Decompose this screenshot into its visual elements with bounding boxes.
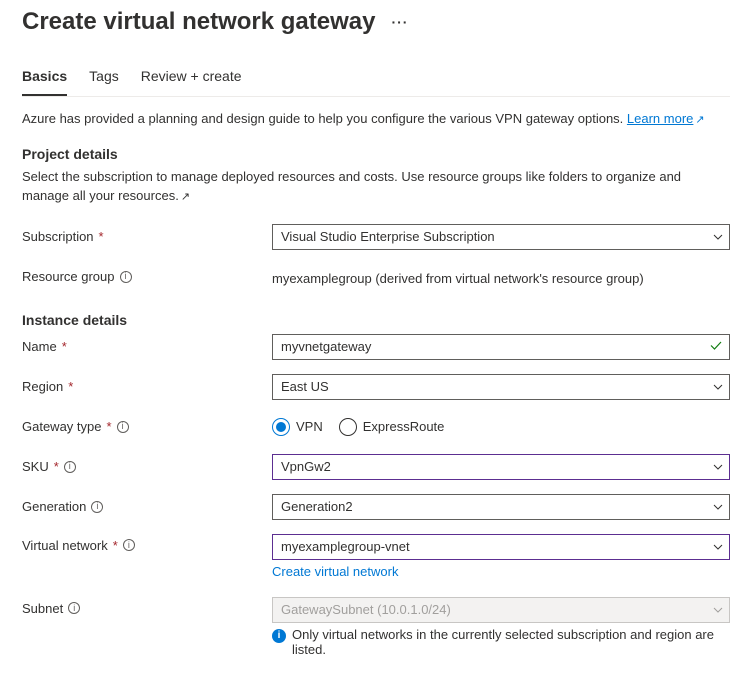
subnet-value: GatewaySubnet (10.0.1.0/24): [281, 602, 451, 617]
subscription-value: Visual Studio Enterprise Subscription: [281, 229, 495, 244]
name-input[interactable]: myvnetgateway: [272, 334, 730, 360]
required-asterisk: *: [113, 538, 118, 553]
required-asterisk: *: [107, 419, 112, 434]
chevron-down-icon: [713, 502, 723, 512]
required-asterisk: *: [62, 339, 67, 354]
tab-review-create[interactable]: Review + create: [141, 62, 242, 96]
resource-group-value: myexamplegroup (derived from virtual net…: [272, 268, 730, 286]
valid-check-icon: [709, 338, 723, 355]
tab-bar: Basics Tags Review + create: [22, 62, 730, 97]
sku-select[interactable]: VpnGw2: [272, 454, 730, 480]
required-asterisk: *: [99, 229, 104, 244]
subnet-hint: i Only virtual networks in the currently…: [272, 627, 730, 657]
resource-group-label: Resource group i: [22, 269, 272, 284]
chevron-down-icon: [713, 232, 723, 242]
create-virtual-network-link[interactable]: Create virtual network: [272, 564, 730, 579]
project-details-desc: Select the subscription to manage deploy…: [22, 168, 730, 206]
page-title: Create virtual network gateway ···: [22, 8, 730, 36]
info-icon[interactable]: i: [68, 602, 80, 614]
generation-label: Generation i: [22, 499, 272, 514]
tab-basics[interactable]: Basics: [22, 62, 67, 96]
radio-unselected-icon: [339, 418, 357, 436]
external-link-icon: ↗: [695, 113, 704, 126]
sku-value: VpnGw2: [281, 459, 331, 474]
subscription-select[interactable]: Visual Studio Enterprise Subscription: [272, 224, 730, 250]
virtual-network-select[interactable]: myexamplegroup-vnet: [272, 534, 730, 560]
chevron-down-icon: [713, 605, 723, 615]
gateway-type-vpn-radio[interactable]: VPN: [272, 418, 323, 436]
gateway-type-label: Gateway type * i: [22, 419, 272, 434]
info-icon[interactable]: i: [120, 271, 132, 283]
name-input-value: myvnetgateway: [281, 339, 371, 354]
subscription-label: Subscription *: [22, 229, 272, 244]
intro-text: Azure has provided a planning and design…: [22, 111, 730, 126]
page-title-text: Create virtual network gateway: [22, 8, 375, 36]
generation-value: Generation2: [281, 499, 353, 514]
project-details-header: Project details: [22, 146, 730, 162]
more-actions-icon[interactable]: ···: [391, 14, 408, 30]
info-icon[interactable]: i: [123, 539, 135, 551]
region-value: East US: [281, 379, 329, 394]
info-icon[interactable]: i: [117, 421, 129, 433]
sku-label: SKU * i: [22, 459, 272, 474]
gateway-type-radio-group: VPN ExpressRoute: [272, 418, 730, 436]
radio-label-expressroute: ExpressRoute: [363, 419, 445, 434]
instance-details-header: Instance details: [22, 312, 730, 328]
intro-text-body: Azure has provided a planning and design…: [22, 111, 627, 126]
chevron-down-icon: [713, 462, 723, 472]
virtual-network-value: myexamplegroup-vnet: [281, 539, 410, 554]
required-asterisk: *: [54, 459, 59, 474]
subnet-select: GatewaySubnet (10.0.1.0/24): [272, 597, 730, 623]
chevron-down-icon: [713, 382, 723, 392]
info-icon[interactable]: i: [64, 461, 76, 473]
name-label: Name *: [22, 339, 272, 354]
external-link-icon: ↗: [181, 190, 190, 206]
region-label: Region *: [22, 379, 272, 394]
radio-label-vpn: VPN: [296, 419, 323, 434]
generation-select[interactable]: Generation2: [272, 494, 730, 520]
chevron-down-icon: [713, 542, 723, 552]
radio-selected-icon: [272, 418, 290, 436]
region-select[interactable]: East US: [272, 374, 730, 400]
info-icon[interactable]: i: [91, 501, 103, 513]
virtual-network-label: Virtual network * i: [22, 534, 272, 553]
tab-tags[interactable]: Tags: [89, 62, 119, 96]
subnet-hint-text: Only virtual networks in the currently s…: [292, 627, 730, 657]
learn-more-link[interactable]: Learn more↗: [627, 111, 705, 126]
subnet-label: Subnet i: [22, 597, 272, 616]
info-badge-icon: i: [272, 629, 286, 643]
required-asterisk: *: [68, 379, 73, 394]
gateway-type-expressroute-radio[interactable]: ExpressRoute: [339, 418, 445, 436]
